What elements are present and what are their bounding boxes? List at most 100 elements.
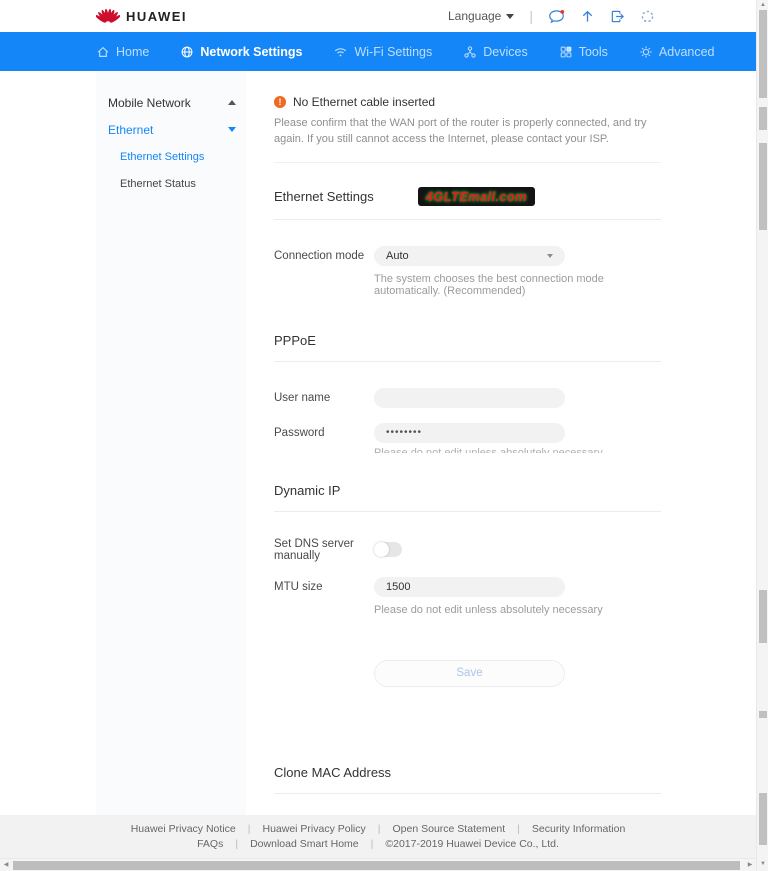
scrollbar-thumb[interactable]	[13, 861, 740, 870]
connection-mode-hint: The system chooses the best connection m…	[374, 273, 661, 297]
footer-link-security-info[interactable]: Security Information	[532, 823, 625, 835]
username-field[interactable]	[374, 388, 565, 408]
section-divider	[274, 361, 661, 362]
horizontal-scrollbar[interactable]: ◀ ▶	[0, 858, 756, 871]
sidebar-item-label: Mobile Network	[108, 96, 191, 110]
connection-mode-label: Connection mode	[274, 250, 374, 262]
dns-toggle-label: Set DNS server manually	[274, 538, 374, 562]
sidebar-item-ethernet-settings[interactable]: Ethernet Settings	[96, 143, 246, 170]
sidebar-item-mobile-network[interactable]: Mobile Network	[96, 89, 246, 116]
password-hint-clipped: Please do not edit unless absolutely nec…	[374, 447, 661, 453]
section-divider	[274, 219, 661, 220]
tab-label: Tools	[579, 45, 608, 59]
connection-mode-value: Auto	[386, 250, 409, 262]
spinner-icon	[640, 9, 655, 24]
tab-label: Wi-Fi Settings	[354, 45, 432, 59]
scrollbar-thumb[interactable]	[759, 143, 767, 230]
sidebar-item-ethernet-status[interactable]: Ethernet Status	[96, 170, 246, 197]
tab-label: Home	[116, 45, 149, 59]
main-nav: Home Network Settings Wi-Fi Settings	[0, 32, 756, 71]
footer: Huawei Privacy Notice | Huawei Privacy P…	[0, 815, 756, 858]
mtu-hint: Please do not edit unless absolutely nec…	[374, 604, 661, 616]
tab-label: Devices	[483, 45, 527, 59]
tab-home[interactable]: Home	[96, 45, 149, 59]
huawei-logo: HUAWEI	[96, 8, 187, 25]
tab-label: Advanced	[659, 45, 715, 59]
footer-link-privacy-policy[interactable]: Huawei Privacy Policy	[262, 823, 365, 835]
tab-advanced[interactable]: Advanced	[639, 45, 715, 59]
save-button[interactable]: Save	[374, 660, 565, 687]
footer-separator: |	[371, 838, 374, 850]
scroll-up-arrow-icon[interactable]: ▲	[757, 0, 768, 10]
footer-link-faqs[interactable]: FAQs	[197, 838, 223, 850]
header-divider: |	[529, 8, 533, 24]
footer-separator: |	[517, 823, 520, 835]
chevron-down-icon	[228, 127, 236, 132]
huawei-petals-icon	[96, 8, 120, 25]
toggle-knob	[374, 542, 389, 557]
mtu-size-field[interactable]	[374, 577, 565, 597]
tab-wifi-settings[interactable]: Wi-Fi Settings	[333, 45, 432, 59]
footer-separator: |	[248, 823, 251, 835]
mtu-size-label: MTU size	[274, 581, 374, 593]
connection-mode-select[interactable]: Auto	[374, 246, 565, 266]
scrollbar-thumb[interactable]	[759, 107, 767, 130]
password-label: Password	[274, 427, 374, 439]
section-divider	[274, 511, 661, 512]
scrollbar-thumb[interactable]	[759, 590, 767, 643]
footer-separator: |	[235, 838, 238, 850]
watermark-logo: 4GLTEmall.com	[418, 187, 535, 206]
tools-grid-icon	[559, 45, 573, 59]
globe-icon	[180, 45, 194, 59]
scrollbar-thumb[interactable]	[759, 10, 767, 98]
home-icon	[96, 45, 110, 59]
footer-link-download-smart-home[interactable]: Download Smart Home	[250, 838, 359, 850]
content-area: Mobile Network Ethernet Ethernet Setting…	[0, 71, 756, 815]
section-divider	[274, 793, 661, 794]
tab-devices[interactable]: Devices	[463, 45, 527, 59]
password-field[interactable]	[374, 423, 565, 443]
dns-manual-toggle[interactable]	[374, 542, 402, 557]
username-label: User name	[274, 392, 374, 404]
section-title-pppoe: PPPoE	[274, 333, 316, 348]
sidebar-subitem-label: Ethernet Settings	[120, 151, 204, 163]
scrollbar-thumb[interactable]	[759, 793, 767, 845]
section-title-dynamic-ip: Dynamic IP	[274, 483, 340, 498]
tab-network-settings[interactable]: Network Settings	[180, 45, 302, 59]
brand-name: HUAWEI	[126, 9, 187, 24]
main-panel: ! No Ethernet cable inserted Please conf…	[274, 71, 661, 815]
section-title-ethernet-settings: Ethernet Settings	[274, 189, 374, 204]
footer-link-privacy-notice[interactable]: Huawei Privacy Notice	[131, 823, 236, 835]
up-arrow-icon[interactable]	[580, 9, 595, 24]
vertical-scrollbar[interactable]: ▲ ▼	[756, 0, 768, 871]
scroll-right-arrow-icon[interactable]: ▶	[744, 859, 756, 871]
chevron-down-icon	[506, 14, 514, 19]
scroll-down-arrow-icon[interactable]: ▼	[757, 859, 768, 869]
sidebar-item-ethernet[interactable]: Ethernet	[96, 116, 246, 143]
router-admin-page: HUAWEI Language |	[0, 0, 768, 871]
gear-icon	[639, 45, 653, 59]
footer-link-open-source[interactable]: Open Source Statement	[393, 823, 506, 835]
ethernet-alert: ! No Ethernet cable inserted Please conf…	[274, 95, 661, 163]
header-controls: Language |	[448, 8, 655, 24]
sidebar-subitem-label: Ethernet Status	[120, 178, 196, 190]
wifi-icon	[333, 45, 348, 59]
section-title-clone-mac: Clone MAC Address	[274, 765, 391, 780]
language-dropdown[interactable]: Language	[448, 9, 514, 23]
chat-bubble-icon[interactable]	[548, 9, 565, 24]
warning-icon: !	[274, 96, 286, 108]
tab-tools[interactable]: Tools	[559, 45, 608, 59]
devices-icon	[463, 45, 477, 59]
scroll-left-arrow-icon[interactable]: ◀	[0, 859, 12, 871]
alert-description: Please confirm that the WAN port of the …	[274, 116, 661, 148]
footer-copyright: ©2017-2019 Huawei Device Co., Ltd.	[385, 838, 559, 850]
language-label: Language	[448, 9, 501, 23]
footer-separator: |	[378, 823, 381, 835]
sidebar-item-label: Ethernet	[108, 123, 153, 137]
chevron-up-icon	[228, 100, 236, 105]
scrollbar-thumb[interactable]	[759, 711, 767, 718]
top-header: HUAWEI Language |	[0, 0, 768, 32]
sidebar: Mobile Network Ethernet Ethernet Setting…	[96, 71, 246, 815]
chevron-down-icon	[547, 254, 553, 258]
logout-icon[interactable]	[610, 9, 625, 24]
